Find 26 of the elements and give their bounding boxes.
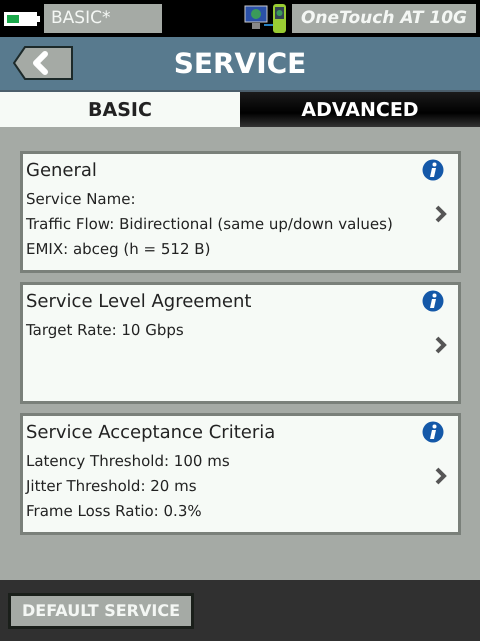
- card-title: Service Acceptance Criteria: [26, 422, 276, 443]
- tab[interactable]: BASIC: [0, 92, 240, 127]
- device-name: OneTouch AT 10G: [292, 4, 476, 33]
- service-card[interactable]: Service Level Agreement Target Rate: 10 Gbps: [20, 282, 461, 404]
- chevron-icon: [434, 204, 448, 224]
- setting-text: Latency Threshold: 100 ms: [26, 452, 231, 470]
- info-icon[interactable]: [422, 159, 444, 181]
- setting-text: EMIX: abceg (h = 512 B): [26, 240, 212, 258]
- setting-text: Target Rate: 10 Gbps: [26, 321, 185, 339]
- info-icon[interactable]: [422, 290, 444, 312]
- tab[interactable]: ADVANCED: [240, 92, 480, 127]
- card-title: Service Level Agreement: [26, 291, 252, 312]
- setting-text: Jitter Threshold: 20 ms: [26, 477, 198, 495]
- setting-text: Frame Loss Ratio: 0.3%: [26, 502, 203, 520]
- setting-text: Traffic Flow: Bidirectional (same up/down values): [26, 215, 394, 233]
- info-icon[interactable]: [422, 421, 444, 443]
- setting-text: Service Name:: [26, 190, 137, 208]
- chevron-icon: [434, 466, 448, 486]
- card-title: General: [26, 160, 97, 181]
- chevron-icon: [434, 335, 448, 355]
- service-card[interactable]: Service Acceptance Criteria Latency Threshold: 100 ms Jitter Threshold: 20 ms Frame Loss Ratio: 0.3%: [20, 413, 461, 535]
- back-button[interactable]: [13, 46, 73, 80]
- service-card[interactable]: General Service Name: Traffic Flow: Bidirectional (same up/down values) EMIX: abceg (h = 512 B): [20, 151, 461, 273]
- page-title: SERVICE: [174, 47, 306, 80]
- battery-icon: [4, 12, 40, 26]
- connection-icon: [244, 2, 288, 34]
